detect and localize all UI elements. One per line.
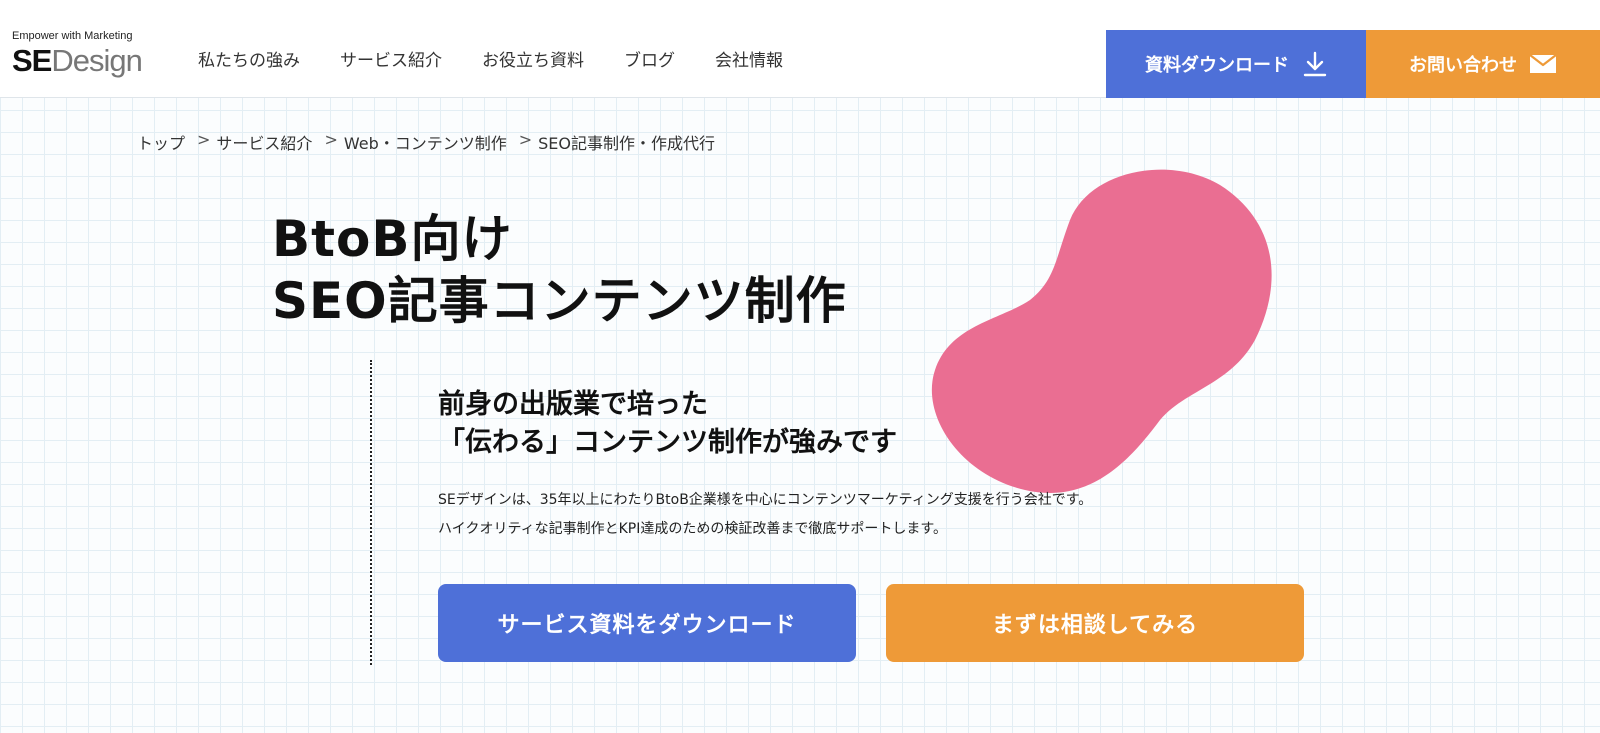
hero-subheading: 前身の出版業で培った 「伝わる」コンテンツ制作が強みです xyxy=(438,386,897,462)
breadcrumb-separator: > xyxy=(518,130,533,149)
site-logo[interactable]: Empower with Marketing SEDesign xyxy=(12,30,162,80)
logo-tagline: Empower with Marketing xyxy=(12,30,133,42)
logo-wordmark: SEDesign xyxy=(12,43,143,78)
hero-title: BtoB向け SEO記事コンテンツ制作 xyxy=(272,208,847,332)
header-download-label: 資料ダウンロード xyxy=(1145,55,1289,76)
breadcrumb-current: SEO記事制作・作成代行 xyxy=(538,134,716,153)
download-service-doc-button[interactable]: サービス資料をダウンロード xyxy=(438,584,856,662)
hero-title-line2: SEO記事コンテンツ制作 xyxy=(272,272,847,330)
nav-item-resources[interactable]: お役立ち資料 xyxy=(482,46,584,71)
logo-wordmark-design: Design xyxy=(51,43,142,78)
mail-icon xyxy=(1529,54,1557,74)
decorative-pink-blob xyxy=(931,169,1272,493)
breadcrumb-services[interactable]: サービス紹介 xyxy=(216,130,312,154)
consult-button[interactable]: まずは相談してみる xyxy=(886,584,1304,662)
header-contact-button[interactable]: お問い合わせ xyxy=(1366,30,1600,98)
nav-item-strengths[interactable]: 私たちの強み xyxy=(198,46,300,71)
header-download-button[interactable]: 資料ダウンロード xyxy=(1106,30,1366,98)
nav-item-blog[interactable]: ブログ xyxy=(624,46,675,71)
logo-wordmark-se: SE xyxy=(12,43,52,78)
breadcrumb-home[interactable]: トップ xyxy=(137,130,185,154)
site-header: Empower with Marketing SEDesign 私たちの強み サ… xyxy=(0,0,1600,98)
hero-subheading-line2: 「伝わる」コンテンツ制作が強みです xyxy=(438,427,897,458)
hero-subheading-line1: 前身の出版業で培った xyxy=(438,389,708,420)
hero-description: SEデザインは、35年以上にわたりBtoB企業様を中心にコンテンツマーケティング… xyxy=(438,486,1092,544)
breadcrumb-separator: > xyxy=(197,130,211,149)
hero-description-line1: SEデザインは、35年以上にわたりBtoB企業様を中心にコンテンツマーケティング… xyxy=(438,492,1093,508)
hero-title-line1: BtoB向け xyxy=(272,210,513,268)
breadcrumb-separator: > xyxy=(324,130,338,149)
breadcrumb-web-content[interactable]: Web・コンテンツ制作 xyxy=(344,130,507,154)
nav-item-services[interactable]: サービス紹介 xyxy=(340,46,442,71)
main-nav: 私たちの強み サービス紹介 お役立ち資料 ブログ 会社情報 xyxy=(198,46,823,71)
hero-description-line2: ハイクオリティな記事制作とKPI達成のための検証改善まで徹底サポートします。 xyxy=(438,521,947,537)
download-icon xyxy=(1303,51,1327,77)
dotted-divider xyxy=(370,360,372,665)
header-contact-label: お問い合わせ xyxy=(1409,55,1517,76)
nav-item-company[interactable]: 会社情報 xyxy=(715,46,783,71)
breadcrumb: トップ > サービス紹介 > Web・コンテンツ制作 > SEO記事制作・作成代… xyxy=(137,130,715,154)
